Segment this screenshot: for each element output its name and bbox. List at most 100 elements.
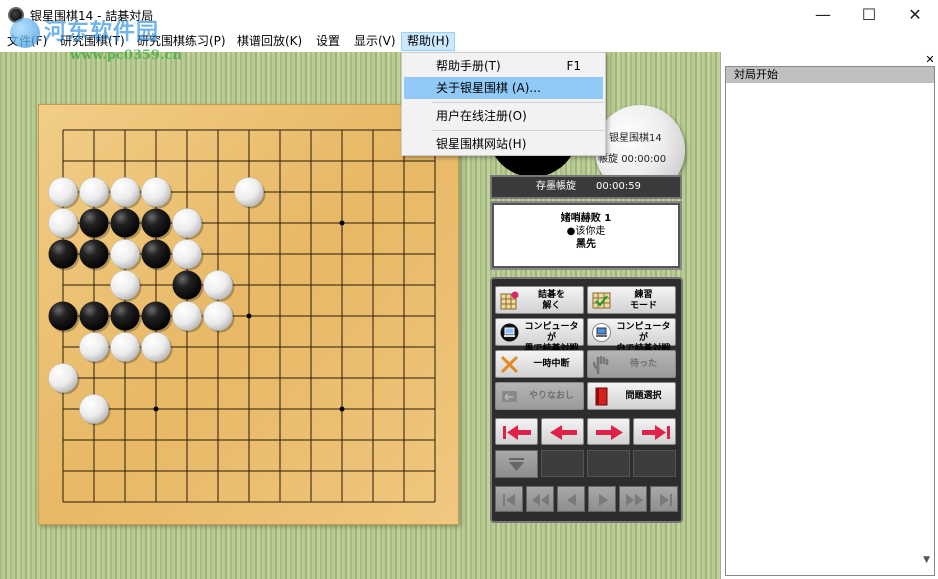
hand-icon [592, 355, 609, 374]
gray-forward-button[interactable] [619, 486, 647, 512]
menu-help-manual[interactable]: 帮助手册(T) F1 [404, 55, 603, 77]
pause-cross-icon [500, 355, 519, 374]
go-board[interactable] [38, 104, 459, 525]
prev-move-icon [550, 425, 577, 440]
white-stone [141, 177, 171, 207]
last-move-icon [642, 425, 670, 440]
white-stone [203, 301, 233, 331]
menu-study-go[interactable]: 研究围棋(T) [55, 32, 130, 51]
website-label: 银星围棋网站(H) [436, 137, 527, 151]
menu-about[interactable]: 关于银星围棋 (A)... [404, 77, 603, 99]
practice-mode-button[interactable]: 練習 モード [587, 286, 676, 314]
board-grid[interactable] [39, 105, 460, 526]
white-player-name: 银星围棋14 [609, 133, 662, 144]
control-panel: 詰碁を 解く 練習 モード コンピュータが 黒で詰碁対戦 コンピュータが 白で詰碁対戦 … [490, 277, 683, 523]
white-player-time: 帳旋 00:00:00 [598, 150, 666, 165]
solve-label: 詰碁を 解く [522, 290, 581, 312]
list-item[interactable]: 対局开始 [726, 67, 934, 83]
gray-prev-button[interactable] [557, 486, 585, 512]
close-panel-icon[interactable]: ✕ [924, 54, 936, 66]
minimize-button[interactable]: — [800, 0, 846, 30]
black-stone [141, 301, 171, 331]
nav-first-button[interactable] [495, 418, 538, 445]
solve-label-2: 解く [542, 301, 561, 311]
empty-slot-3 [633, 450, 676, 477]
menu-settings[interactable]: 设置 [311, 32, 345, 51]
star-point [339, 406, 345, 412]
cpu-white-label-1: コンピュータが [616, 322, 671, 343]
star-point [246, 313, 252, 319]
black-time-label: 存墨帳旋 [536, 181, 576, 192]
practice-label-2: モード [629, 301, 657, 311]
status-problem: 媎哨赫败 1 [560, 213, 612, 224]
window-title: 银星围棋14 - 詰碁対局 [30, 9, 154, 23]
black-stone [110, 208, 140, 238]
cpu-white-button[interactable]: コンピュータが 白で詰碁対戦 [587, 318, 676, 354]
star-point [339, 220, 345, 226]
menu-file[interactable]: 文件(F) [2, 32, 52, 51]
menu-bar: 文件(F) 研究围棋(T) 研究围棋练习(P) 棋谱回放(K) 设置 显示(V)… [0, 30, 938, 52]
app-icon [8, 7, 24, 23]
status-first: 黑先 [576, 239, 596, 250]
white-stone [79, 394, 109, 424]
redo-icon [502, 391, 517, 402]
menu-replay[interactable]: 棋谱回放(K) [232, 32, 307, 51]
nav-next-button[interactable] [587, 418, 630, 445]
menu-website[interactable]: 银星围棋网站(H) [404, 133, 603, 155]
pause-button[interactable]: 一時中断 [495, 350, 584, 378]
status-box: 媎哨赫败 1 ●该你走 黑先 [490, 201, 682, 270]
menu-separator-2 [432, 130, 604, 131]
down-arrow-button[interactable] [495, 450, 538, 478]
puzzle-board-icon [500, 291, 519, 310]
gray-next-button[interactable] [588, 486, 616, 512]
practice-board-icon [592, 292, 611, 309]
gray-rewind-icon [532, 494, 549, 506]
menu-help[interactable]: 帮助(H) [401, 32, 456, 51]
menu-separator [432, 102, 604, 103]
redo-button[interactable]: やりなおし [495, 382, 584, 410]
white-stone [48, 208, 78, 238]
white-stone [234, 177, 264, 207]
move-list[interactable]: 対局开始 ▼ [725, 66, 935, 576]
black-stone [48, 301, 78, 331]
nav-last-button[interactable] [633, 418, 676, 445]
white-stone [79, 332, 109, 362]
practice-label: 練習 モード [614, 290, 673, 312]
black-time-value: 00:00:59 [596, 181, 641, 192]
gray-first-button[interactable] [495, 486, 523, 512]
online-register-label: 用户在线注册(O) [436, 109, 527, 123]
white-stone [172, 239, 202, 269]
pause-label: 一時中断 [533, 359, 570, 369]
about-label: 关于银星围棋 (A)... [436, 81, 541, 95]
white-stone [79, 177, 109, 207]
white-stone [110, 270, 140, 300]
empty-slot-1 [541, 450, 584, 477]
nav-prev-button[interactable] [541, 418, 584, 445]
gray-rewind-button[interactable] [526, 486, 554, 512]
menu-study-practice[interactable]: 研究围棋练习(P) [132, 32, 231, 51]
white-stone [172, 208, 202, 238]
practice-label-1: 練習 [634, 290, 653, 300]
undo-wait-button[interactable]: 待った [587, 350, 676, 378]
solve-button[interactable]: 詰碁を 解く [495, 286, 584, 314]
black-stone [79, 301, 109, 331]
wait-label: 待った [629, 359, 657, 369]
close-button[interactable]: ✕ [892, 0, 938, 30]
menu-online-register[interactable]: 用户在线注册(O) [404, 105, 603, 127]
problem-select-button[interactable]: 問題選択 [587, 382, 676, 410]
white-time-value: 00:00:00 [621, 154, 667, 165]
computer-white-icon [592, 323, 611, 342]
menu-view[interactable]: 显示(V) [349, 32, 401, 51]
black-timer: 存墨帳旋 00:00:59 [490, 175, 682, 199]
gray-last-button[interactable] [650, 486, 678, 512]
cpu-black-button[interactable]: コンピュータが 黒で詰碁対戦 [495, 318, 584, 354]
maximize-button[interactable]: ☐ [846, 0, 892, 30]
computer-black-icon [500, 323, 519, 342]
black-stone [141, 208, 171, 238]
white-stone [172, 301, 202, 331]
white-stone [110, 177, 140, 207]
gray-prev-icon [567, 494, 576, 506]
black-stone [172, 270, 202, 300]
scroll-down-icon[interactable]: ▼ [923, 555, 930, 565]
first-move-icon [503, 425, 531, 440]
